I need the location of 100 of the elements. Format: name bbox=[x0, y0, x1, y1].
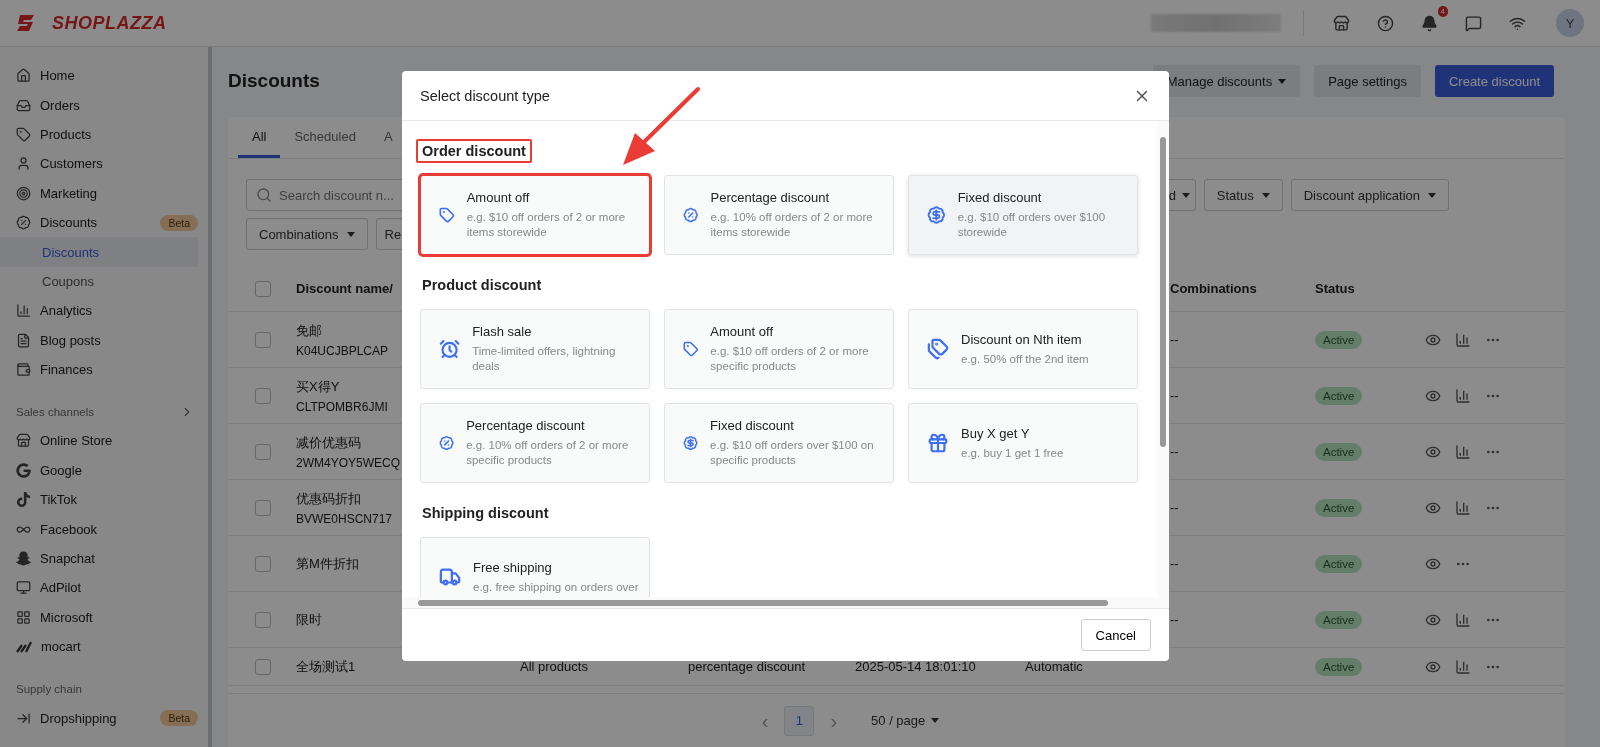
filter-button[interactable]: Combinations bbox=[246, 218, 368, 250]
discount-type-card[interactable]: Fixed discount e.g. $10 off orders over $100 storewide bbox=[908, 175, 1138, 255]
stats-icon[interactable] bbox=[1455, 443, 1471, 460]
card-description: e.g. $10 off orders of 2 or more specific products bbox=[710, 344, 870, 374]
card-description: e.g. $10 off orders of 2 or more items storewide bbox=[466, 210, 627, 240]
discount-type-card[interactable]: Buy X get Y e.g. buy 1 get 1 free bbox=[908, 403, 1138, 483]
card-title: Flash sale bbox=[472, 324, 533, 339]
discount-name: 全场测试1 bbox=[296, 657, 356, 676]
discount-type-card[interactable]: Amount off e.g. $10 off orders of 2 or more specific products bbox=[664, 309, 894, 389]
table-cell: -- bbox=[1170, 444, 1179, 459]
discount-type-icon bbox=[927, 204, 946, 226]
checkbox[interactable] bbox=[255, 443, 271, 460]
sidebar-icon bbox=[16, 362, 31, 378]
section-title: Sales channels bbox=[16, 406, 94, 419]
discount-type-icon bbox=[927, 338, 949, 360]
sidebar-item[interactable]: Google bbox=[0, 455, 198, 486]
checkbox[interactable] bbox=[255, 658, 271, 675]
checkbox[interactable] bbox=[255, 280, 271, 297]
sidebar-subitem[interactable]: Discounts bbox=[0, 237, 198, 267]
discount-type-card[interactable]: Percentage discount e.g. 10% off orders of 2 or more specific products bbox=[420, 403, 650, 483]
page-button[interactable]: 1 bbox=[784, 705, 815, 736]
discount-type-icon bbox=[927, 432, 949, 454]
discount-code: CLTPOMBR6JMI bbox=[296, 399, 388, 414]
status-badge: Active bbox=[1315, 498, 1363, 517]
sidebar-item[interactable]: Microsoft bbox=[0, 602, 198, 633]
card-title: Free shipping bbox=[473, 559, 553, 575]
sidebar-item[interactable]: Blog posts bbox=[0, 325, 198, 355]
sidebar-item[interactable]: Finances bbox=[0, 354, 198, 385]
discount-type-card[interactable]: Flash sale Time-limited offers, lightning deals bbox=[420, 309, 650, 389]
sidebar-icon bbox=[16, 126, 31, 142]
sidebar-item[interactable]: Orders bbox=[0, 90, 198, 120]
table-cell: -- bbox=[1170, 612, 1179, 627]
discount-type-card[interactable]: Percentage discount e.g. 10% off orders of 2 or more items storewide bbox=[664, 175, 894, 255]
sidebar-item[interactable]: Snapchat bbox=[0, 543, 198, 574]
filter-button[interactable]: Status bbox=[1203, 179, 1283, 211]
cancel-button[interactable]: Cancel bbox=[1080, 619, 1151, 651]
column-header: Combinations bbox=[1170, 281, 1257, 296]
page-size-select[interactable]: 50 / page bbox=[865, 712, 946, 729]
sidebar-item[interactable]: Home bbox=[0, 61, 198, 91]
tab[interactable]: A bbox=[369, 117, 407, 158]
discount-name: 限时 bbox=[296, 610, 322, 629]
sidebar-icon bbox=[16, 551, 31, 567]
stats-icon[interactable] bbox=[1455, 331, 1471, 348]
page-action-button[interactable]: Page settings bbox=[1314, 65, 1421, 97]
discount-type-card[interactable]: Free shipping e.g. free shipping on orders over bbox=[420, 537, 650, 597]
table-cell: -- bbox=[1170, 332, 1179, 347]
stats-icon[interactable] bbox=[1455, 499, 1471, 516]
avatar[interactable]: Y bbox=[1556, 9, 1584, 37]
sidebar-item[interactable]: Dropshipping Beta bbox=[0, 703, 198, 733]
checkbox[interactable] bbox=[255, 331, 271, 348]
status-badge: Active bbox=[1315, 657, 1363, 676]
logo-text: SHOPLAZZA bbox=[52, 12, 167, 34]
sidebar-item[interactable]: Products bbox=[0, 119, 198, 150]
column-header: Status bbox=[1315, 281, 1355, 296]
tab[interactable]: All bbox=[238, 117, 281, 158]
stats-icon[interactable] bbox=[1455, 658, 1471, 675]
sidebar-icon bbox=[16, 332, 31, 348]
table-cell: 2025-05-14 18:01:10 bbox=[855, 659, 976, 674]
card-description: Time-limited offers, lightning deals bbox=[472, 344, 617, 374]
checkbox[interactable] bbox=[255, 499, 271, 516]
sidebar-item[interactable]: Facebook bbox=[0, 514, 198, 544]
discount-type-card[interactable]: Amount off e.g. $10 off orders of 2 or more items storewide bbox=[420, 175, 650, 255]
filter-button[interactable]: Discount application bbox=[1290, 179, 1449, 211]
stats-icon[interactable] bbox=[1455, 387, 1471, 404]
table-cell: -- bbox=[1170, 388, 1179, 403]
checkbox[interactable] bbox=[255, 387, 271, 404]
discount-name: 买X得Y bbox=[296, 377, 340, 396]
discount-name: 减价优惠码 bbox=[296, 433, 361, 452]
sidebar-item[interactable]: TikTok bbox=[0, 485, 198, 515]
card-title: Buy X get Y bbox=[961, 425, 1031, 441]
discount-name: 免邮 bbox=[296, 321, 322, 340]
discount-code: 2WM4YOY5WECQ bbox=[296, 455, 400, 470]
card-title: Amount off bbox=[710, 324, 774, 339]
table-cell: All products bbox=[520, 659, 588, 674]
discount-type-card[interactable]: Discount on Nth item e.g. 50% off the 2nd item bbox=[908, 309, 1138, 389]
sidebar-item[interactable]: Discounts Beta bbox=[0, 207, 198, 238]
sidebar-icon bbox=[16, 185, 31, 201]
card-title: Fixed discount bbox=[710, 418, 795, 433]
page-action-button[interactable]: Create discount bbox=[1434, 65, 1554, 97]
sidebar-item[interactable]: Marketing bbox=[0, 178, 198, 208]
sidebar-item[interactable]: Analytics bbox=[0, 296, 198, 326]
card-description: e.g. 50% off the 2nd item bbox=[961, 351, 1089, 367]
checkbox[interactable] bbox=[255, 555, 271, 572]
sidebar-item[interactable]: AdPilot bbox=[0, 573, 198, 603]
table-cell: -- bbox=[1170, 556, 1179, 571]
beta-badge: Beta bbox=[160, 710, 198, 727]
vertical-scrollbar[interactable] bbox=[1157, 121, 1169, 597]
sidebar-item[interactable]: mocart bbox=[0, 632, 198, 662]
stats-icon[interactable] bbox=[1455, 611, 1471, 628]
sidebar-item[interactable]: Customers bbox=[0, 149, 198, 179]
sidebar-item[interactable]: Online Store bbox=[0, 426, 198, 456]
checkbox[interactable] bbox=[255, 611, 271, 628]
sidebar-icon bbox=[16, 609, 31, 625]
tab[interactable]: Scheduled bbox=[280, 117, 370, 158]
table-cell: -- bbox=[1170, 500, 1179, 515]
discount-type-card[interactable]: Fixed discount e.g. $10 off orders over $100 on specific products bbox=[664, 403, 894, 483]
section-heading: Order discount bbox=[416, 139, 532, 163]
sidebar-subitem[interactable]: Coupons bbox=[0, 266, 198, 297]
horizontal-scrollbar[interactable] bbox=[402, 597, 1169, 609]
card-title: Discount on Nth item bbox=[961, 331, 1083, 347]
